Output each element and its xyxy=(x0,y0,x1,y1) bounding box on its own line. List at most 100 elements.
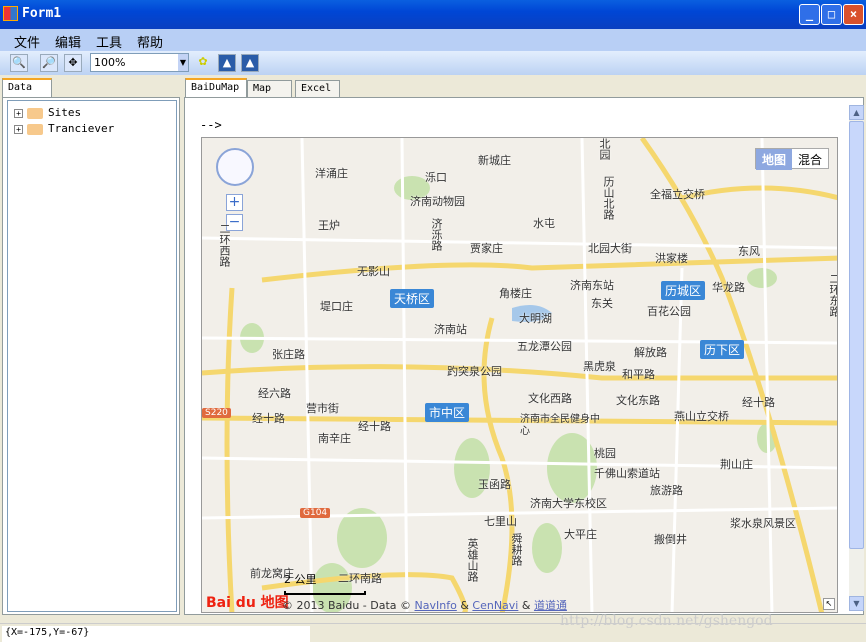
minimize-button[interactable]: _ xyxy=(799,4,820,25)
zoom-in-icon[interactable]: 🔍 xyxy=(10,54,28,72)
map-label: 济南站 xyxy=(434,323,467,336)
menu-file[interactable]: 文件 xyxy=(14,32,40,51)
highway-label: G104 xyxy=(300,508,331,518)
map-label: 济南动物园 xyxy=(410,195,465,208)
map-label: 二环西路 xyxy=(218,223,231,267)
map-label: 英雄山路 xyxy=(466,538,479,582)
map-label: 北园大街 xyxy=(588,242,632,255)
scroll-down-icon[interactable]: ▼ xyxy=(849,596,864,611)
map-label: 七里山 xyxy=(484,515,517,528)
expand-icon[interactable]: + xyxy=(14,125,23,134)
amp: & xyxy=(460,599,469,612)
map-label: 营市街 xyxy=(306,402,339,415)
overview-toggle-icon[interactable]: ↖ xyxy=(823,598,835,610)
zoom-out-icon[interactable]: 🔎 xyxy=(40,54,58,72)
title-bar: Form1 _ □ × xyxy=(0,0,866,29)
map-label: 角楼庄 xyxy=(499,287,532,300)
left-panel: + Sites + Tranciever xyxy=(2,97,180,615)
map-type-switch: 地图 混合 xyxy=(754,148,829,170)
map-label: 南辛庄 xyxy=(318,432,351,445)
map-label: 水屯 xyxy=(533,217,555,230)
map-label: 浆水泉风景区 xyxy=(730,517,796,530)
scale-bar xyxy=(284,591,366,595)
map-zoom-in-button[interactable]: + xyxy=(226,194,243,211)
map-label: 燕山立交桥 xyxy=(674,410,729,423)
tab-data[interactable]: Data xyxy=(2,78,52,98)
map-label: 大平庄 xyxy=(564,528,597,541)
cennavi-link[interactable]: CenNavi xyxy=(472,599,518,612)
map-label: 济泺路 xyxy=(430,218,443,251)
tab-excel[interactable]: Excel xyxy=(295,80,340,98)
map-label: 黑虎泉 xyxy=(583,360,616,373)
map-label: 洪家楼 xyxy=(655,252,688,265)
tree-node-label: Sites xyxy=(48,106,82,119)
map-label: 济南东站 xyxy=(570,279,614,292)
map-label: 历山北路 xyxy=(602,176,615,220)
amp: & xyxy=(521,599,531,612)
scroll-up-icon[interactable]: ▲ xyxy=(849,105,864,120)
close-button[interactable]: × xyxy=(843,4,864,25)
maximize-button[interactable]: □ xyxy=(821,4,842,25)
pan-control[interactable] xyxy=(216,148,254,186)
map-label: 泺口 xyxy=(425,171,447,184)
map-label: 洋涌庄 xyxy=(315,167,348,180)
baidu-map[interactable]: + − 地图 混合 天桥区 历城区 历下区 市中区 S220 G104 洋涌庄 泺… xyxy=(201,137,838,613)
coordinate-readout: {X=-175,Y=-67} xyxy=(2,626,310,642)
map-label: 经六路 xyxy=(258,387,291,400)
watermark: http://blog.csdn.net/gshengod xyxy=(560,613,773,629)
navinfo-link[interactable]: NavInfo xyxy=(415,599,457,612)
map-label: 百花公园 xyxy=(647,305,691,318)
menu-edit[interactable]: 编辑 xyxy=(55,32,81,51)
baidu-logo[interactable]: Bai du 地图 xyxy=(206,592,289,612)
zoom-value: 100% xyxy=(94,56,126,69)
zoom-select[interactable]: 100% ▼ xyxy=(90,53,189,72)
map-label: 堤口庄 xyxy=(320,300,353,313)
map-label: 荆山庄 xyxy=(720,458,753,471)
menu-bar: 文件 编辑 工具 帮助 xyxy=(0,29,866,51)
daodaotong-link[interactable]: 道道通 xyxy=(534,599,567,612)
map-label: 无影山 xyxy=(357,265,390,278)
scale-label: 2 公里 xyxy=(284,573,317,586)
map-label: 北园 xyxy=(598,138,611,160)
tab-baidumap[interactable]: BaiDuMap xyxy=(185,78,247,98)
map-label: 张庄路 xyxy=(272,348,305,361)
map-label: 桃园 xyxy=(594,447,616,460)
menu-tools[interactable]: 工具 xyxy=(96,32,122,51)
map-label: 舜耕路 xyxy=(510,533,523,566)
menu-help[interactable]: 帮助 xyxy=(137,32,163,51)
tree-node-sites[interactable]: + Sites xyxy=(14,106,81,119)
image-icon[interactable]: ▲ xyxy=(218,54,236,72)
map-label: 华龙路 xyxy=(712,281,745,294)
map-label: 经十路 xyxy=(742,396,775,409)
district-label: 天桥区 xyxy=(390,289,435,308)
vertical-scrollbar[interactable]: ▲ ▼ xyxy=(849,105,864,611)
map-label: 文化东路 xyxy=(616,394,660,407)
map-type-map[interactable]: 地图 xyxy=(755,149,792,170)
layers-icon[interactable]: ✿ xyxy=(194,54,212,72)
map-label: 趵突泉公园 xyxy=(447,365,502,378)
expand-icon[interactable]: + xyxy=(14,109,23,118)
map-label: 经十路 xyxy=(358,420,391,433)
copyright-text: © 2013 Baidu - Data © xyxy=(282,599,412,612)
image-icon-2[interactable]: ▲ xyxy=(241,54,259,72)
map-label: 搬倒井 xyxy=(654,533,687,546)
map-label: 济南市全民健身中心 xyxy=(520,414,600,437)
map-label: 玉函路 xyxy=(478,478,511,491)
pan-icon[interactable]: ✥ xyxy=(64,54,82,72)
tree-node-label: Tranciever xyxy=(48,122,115,135)
tree-node-tranciever[interactable]: + Tranciever xyxy=(14,122,114,135)
tab-map[interactable]: Map xyxy=(247,80,292,98)
arrow-text: --> xyxy=(200,118,222,132)
tree-view: + Sites + Tranciever xyxy=(7,100,177,612)
map-label: 旅游路 xyxy=(650,484,683,497)
map-label: 贾家庄 xyxy=(470,242,503,255)
app-icon xyxy=(3,6,18,21)
scroll-thumb[interactable] xyxy=(849,121,864,549)
window-title: Form1 xyxy=(22,6,62,21)
chevron-down-icon[interactable]: ▼ xyxy=(178,54,188,71)
map-label: 五龙潭公园 xyxy=(517,340,572,353)
map-type-hybrid[interactable]: 混合 xyxy=(792,149,828,170)
district-label: 历下区 xyxy=(700,340,745,359)
district-label: 市中区 xyxy=(425,403,470,422)
folder-icon xyxy=(27,107,43,119)
